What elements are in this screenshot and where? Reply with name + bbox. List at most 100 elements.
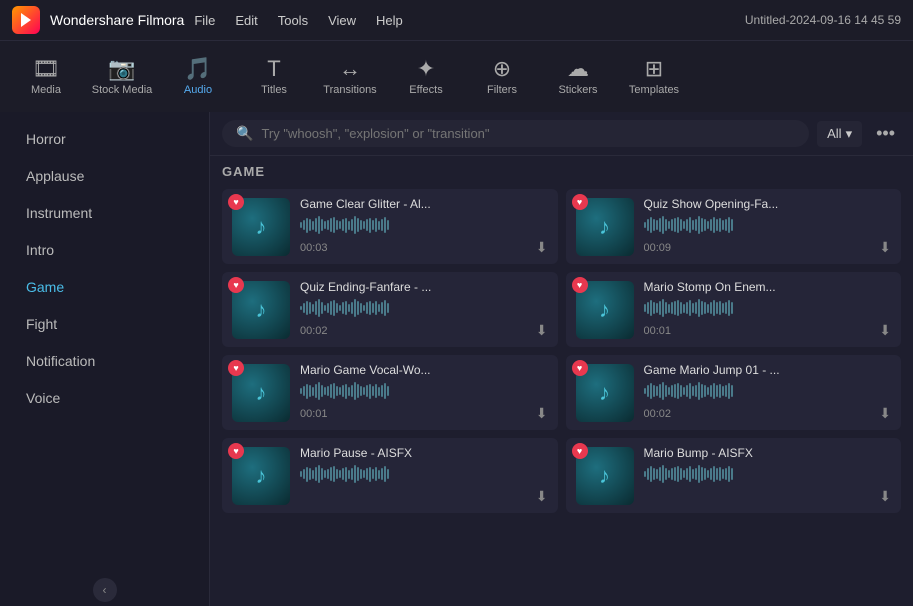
menu-item-help[interactable]: Help: [376, 13, 403, 28]
waveform-bar: [698, 216, 700, 234]
waveform-bar: [330, 218, 332, 232]
menu-item-view[interactable]: View: [328, 13, 356, 28]
waveform-bar: [710, 468, 712, 480]
sidebar-item-intro[interactable]: Intro: [6, 232, 203, 268]
waveform-6: [300, 464, 548, 484]
waveform-bar: [366, 219, 368, 231]
waveform-bar: [345, 467, 347, 482]
waveform-bar: [339, 387, 341, 395]
stickers-icon: ☁: [567, 58, 589, 80]
waveform-bar: [683, 387, 685, 395]
waveform-bar: [671, 219, 673, 230]
waveform-bar: [689, 300, 691, 315]
download-button-7[interactable]: ⬇: [879, 488, 891, 505]
waveform-bar: [351, 219, 353, 231]
toolbar-btn-media[interactable]: 🎞 Media: [10, 45, 82, 109]
download-button-2[interactable]: ⬇: [536, 322, 548, 339]
waveform-bar: [309, 385, 311, 397]
waveform-bar: [713, 466, 715, 481]
waveform-bar: [692, 220, 694, 230]
favorite-badge-4: ♥: [228, 360, 244, 376]
waveform-bar: [318, 465, 320, 483]
toolbar-btn-filters[interactable]: ⊕ Filters: [466, 45, 538, 109]
sidebar-item-applause[interactable]: Applause: [6, 158, 203, 194]
search-input[interactable]: [261, 126, 795, 141]
toolbar-label-titles: Titles: [261, 84, 287, 96]
audio-icon: 🎵: [184, 58, 211, 80]
sidebar-item-notification[interactable]: Notification: [6, 343, 203, 379]
waveform-bar: [650, 300, 652, 315]
waveform-bar: [662, 382, 664, 400]
main-area: HorrorApplauseInstrumentIntroGameFightNo…: [0, 112, 913, 606]
toolbar-btn-audio[interactable]: 🎵 Audio: [162, 45, 234, 109]
toolbar-btn-transitions[interactable]: ↔ Transitions: [314, 45, 386, 109]
waveform-bar: [728, 466, 730, 483]
waveform-bar: [680, 219, 682, 230]
waveform-bar: [387, 386, 389, 397]
waveform-bar: [342, 302, 344, 313]
audio-card-3[interactable]: ♥ ♪ Mario Stomp On Enem... 00:01 ⬇: [566, 272, 902, 347]
waveform-bar: [686, 468, 688, 480]
waveform-bar: [312, 304, 314, 312]
waveform-bar: [363, 221, 365, 229]
audio-info-4: Mario Game Vocal-Wo... 00:01 ⬇: [300, 363, 548, 422]
toolbar-btn-titles[interactable]: T Titles: [238, 45, 310, 109]
waveform-bar: [381, 219, 383, 231]
audio-card-6[interactable]: ♥ ♪ Mario Pause - AISFX ⬇: [222, 438, 558, 513]
download-button-3[interactable]: ⬇: [879, 322, 891, 339]
filter-dropdown[interactable]: All ▾: [817, 121, 862, 147]
download-button-4[interactable]: ⬇: [536, 405, 548, 422]
menu-item-edit[interactable]: Edit: [235, 13, 257, 28]
waveform-bar: [324, 221, 326, 229]
sidebar-item-game[interactable]: Game: [6, 269, 203, 305]
audio-duration-3: 00:01: [644, 325, 672, 337]
audio-card-4[interactable]: ♥ ♪ Mario Game Vocal-Wo... 00:01 ⬇: [222, 355, 558, 430]
download-button-6[interactable]: ⬇: [536, 488, 548, 505]
audio-card-5[interactable]: ♥ ♪ Game Mario Jump 01 - ... 00:02 ⬇: [566, 355, 902, 430]
sidebar-item-fight[interactable]: Fight: [6, 306, 203, 342]
waveform-bar: [375, 467, 377, 481]
project-title: Untitled-2024-09-16 14 45 59: [745, 13, 901, 27]
waveform-bar: [384, 383, 386, 400]
download-button-5[interactable]: ⬇: [879, 405, 891, 422]
waveform-bar: [348, 470, 350, 479]
waveform-bar: [653, 468, 655, 480]
waveform-bar: [369, 301, 371, 316]
waveform-bar: [659, 467, 661, 481]
waveform-bar: [668, 304, 670, 313]
more-options-button[interactable]: •••: [870, 121, 901, 146]
menu-item-tools[interactable]: Tools: [278, 13, 308, 28]
toolbar-btn-stock-media[interactable]: 📷 Stock Media: [86, 45, 158, 109]
toolbar-btn-effects[interactable]: ✦ Effects: [390, 45, 462, 109]
audio-duration-0: 00:03: [300, 242, 328, 254]
menu-item-file[interactable]: File: [194, 13, 215, 28]
download-button-0[interactable]: ⬇: [536, 239, 548, 256]
waveform-bar: [372, 303, 374, 313]
audio-card-7[interactable]: ♥ ♪ Mario Bump - AISFX ⬇: [566, 438, 902, 513]
audio-info-7: Mario Bump - AISFX ⬇: [644, 446, 892, 505]
waveform-bar: [707, 470, 709, 478]
waveform-bar: [665, 302, 667, 315]
waveform-bar: [719, 384, 721, 398]
audio-card-1[interactable]: ♥ ♪ Quiz Show Opening-Fa... 00:09 ⬇: [566, 189, 902, 264]
audio-card-2[interactable]: ♥ ♪ Quiz Ending-Fanfare - ... 00:02 ⬇: [222, 272, 558, 347]
toolbar-btn-templates[interactable]: ⊞ Templates: [618, 45, 690, 109]
audio-card-0[interactable]: ♥ ♪ Game Clear Glitter - Al... 00:03 ⬇: [222, 189, 558, 264]
waveform-bar: [366, 468, 368, 480]
audio-name-3: Mario Stomp On Enem...: [644, 280, 892, 294]
download-button-1[interactable]: ⬇: [879, 239, 891, 256]
toolbar-btn-stickers[interactable]: ☁ Stickers: [542, 45, 614, 109]
sidebar-item-horror[interactable]: Horror: [6, 121, 203, 157]
sidebar-item-instrument[interactable]: Instrument: [6, 195, 203, 231]
search-input-wrap[interactable]: 🔍: [222, 120, 809, 147]
waveform-7: [644, 464, 892, 484]
waveform-bar: [698, 382, 700, 400]
sidebar-scroll-btn[interactable]: ‹: [93, 578, 117, 602]
waveform-bar: [686, 385, 688, 397]
sidebar-item-voice[interactable]: Voice: [6, 380, 203, 416]
waveform-bar: [713, 217, 715, 232]
waveform-bar: [722, 303, 724, 313]
waveform-bar: [665, 468, 667, 480]
waveform-bar: [345, 301, 347, 316]
waveform-bar: [650, 466, 652, 481]
